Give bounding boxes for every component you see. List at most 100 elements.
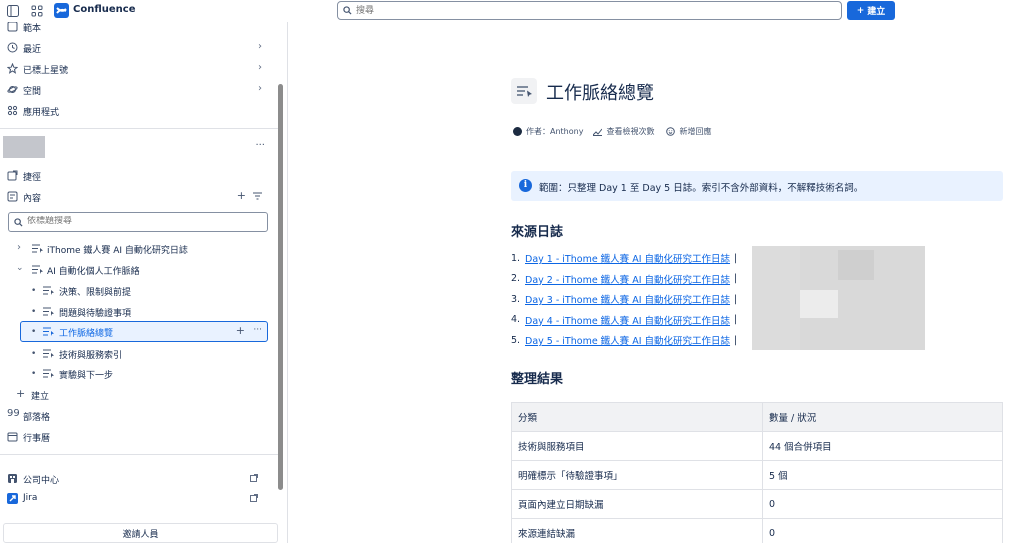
info-panel: i 範圍：只整理 Day 1 至 Day 5 日誌。索引不含外部資料，不解釋技術… bbox=[511, 171, 1003, 201]
source-link-day4[interactable]: Day 4 - iThome 鐵人賽 AI 自動化研究工作日誌 bbox=[525, 313, 730, 327]
plus-icon: + bbox=[16, 387, 26, 400]
table-row: 明確標示「待驗證事項」 5 個 bbox=[511, 460, 1003, 490]
redacted-block bbox=[800, 290, 838, 318]
sidebar-item-starred[interactable]: 已標上星號 › bbox=[0, 58, 276, 78]
view-count-link[interactable]: 查看檢視次數 bbox=[606, 126, 654, 137]
chevron-right-icon: › bbox=[258, 62, 262, 73]
table-cell: 0 bbox=[762, 518, 1003, 543]
table-cell: 44 個合併項目 bbox=[762, 431, 1003, 461]
page-content: 工作脈絡總覽 作者：Anthony 查看檢視次數 新增回應 i 範圍：只整理 D… bbox=[289, 22, 1024, 543]
source-link-day3[interactable]: Day 3 - iThome 鐵人賽 AI 自動化研究工作日誌 bbox=[525, 292, 730, 306]
sidebar-item-content[interactable]: 內容 + bbox=[0, 186, 276, 206]
search-icon bbox=[343, 6, 352, 15]
table-row: 來源連結缺漏 0 bbox=[511, 518, 1003, 543]
title-filter-input[interactable] bbox=[27, 216, 257, 226]
tree-item-overview[interactable]: • 工作脈絡總覽 + ··· bbox=[20, 321, 268, 342]
table-cell: 頁面內建立日期缺漏 bbox=[511, 489, 763, 519]
global-search[interactable] bbox=[337, 1, 842, 20]
table-cell: 明確標示「待驗證事項」 bbox=[511, 460, 763, 490]
page-icon bbox=[43, 369, 54, 378]
table-row: 頁面內建立日期缺漏 0 bbox=[511, 489, 1003, 519]
sidebar-item-blog[interactable]: 99 部落格 bbox=[0, 405, 276, 425]
sidebar-item-templates[interactable]: 範本 bbox=[0, 22, 276, 36]
tree-create-button[interactable]: + 建立 bbox=[0, 384, 276, 404]
list-item: 5. Day 5 - iThome 鐵人賽 AI 自動化研究工作日誌 | bbox=[511, 333, 738, 348]
space-avatar[interactable] bbox=[3, 136, 45, 158]
list-item: 2. Day 2 - iThome 鐵人賽 AI 自動化研究工作日誌 | bbox=[511, 272, 738, 286]
list-item: 3. Day 3 - iThome 鐵人賽 AI 自動化研究工作日誌 | bbox=[511, 292, 738, 307]
sidebar-item-recent[interactable]: 最近 › bbox=[0, 37, 276, 57]
star-icon bbox=[7, 63, 18, 74]
add-child-page-button[interactable]: + bbox=[236, 324, 245, 337]
chevron-right-icon: › bbox=[258, 41, 262, 52]
sidebar-toggle-icon[interactable] bbox=[7, 5, 19, 17]
sidebar: 範本 最近 › 已標上星號 › 空間 › 應用程式 ··· 捷徑 內容 + › bbox=[0, 22, 288, 543]
tree-item-tech-index[interactable]: • 技術與服務索引 bbox=[0, 343, 276, 363]
analytics-icon bbox=[593, 128, 603, 136]
space-more-button[interactable]: ··· bbox=[255, 140, 265, 151]
tree-item-ai-context[interactable]: ⌄ AI 自動化個人工作脈絡 bbox=[0, 259, 276, 279]
bullet-icon: • bbox=[31, 307, 37, 317]
page-emoji-icon[interactable] bbox=[511, 78, 537, 104]
search-input[interactable] bbox=[356, 4, 826, 17]
page-icon bbox=[43, 286, 54, 295]
tree-item-experiments[interactable]: • 實驗與下一步 bbox=[0, 363, 276, 383]
page-icon bbox=[43, 307, 54, 316]
title-filter[interactable] bbox=[8, 212, 268, 232]
list-item: 4. Day 4 - iThome 鐵人賽 AI 自動化研究工作日誌 | bbox=[511, 313, 738, 327]
sidebar-item-jira[interactable]: Jira bbox=[0, 488, 276, 508]
sidebar-item-shortcuts[interactable]: 捷徑 bbox=[0, 165, 276, 185]
source-log-list: 1. Day 1 - iThome 鐵人賽 AI 自動化研究工作日誌 | 2. Day… bbox=[511, 248, 737, 351]
page-icon bbox=[43, 327, 54, 336]
sidebar-scrollbar[interactable] bbox=[278, 84, 283, 490]
results-table: 分類 數量 / 狀況 技術與服務項目 44 個合併項目 明確標示「待驗證事項」 … bbox=[511, 402, 1003, 543]
top-bar: Confluence + 建立 bbox=[0, 0, 1024, 22]
source-link-day5[interactable]: Day 5 - iThome 鐵人賽 AI 自動化研究工作日誌 bbox=[525, 333, 730, 347]
sidebar-item-spaces[interactable]: 空間 › bbox=[0, 79, 276, 99]
bullet-icon: • bbox=[31, 369, 37, 379]
invite-people-button[interactable]: 邀請人員 bbox=[3, 523, 278, 543]
tree-item-questions[interactable]: • 問題與待驗證事項 bbox=[0, 301, 276, 321]
table-cell: 來源連結缺漏 bbox=[511, 518, 763, 543]
source-link-day2[interactable]: Day 2 - iThome 鐵人賽 AI 自動化研究工作日誌 bbox=[525, 272, 730, 286]
page-more-button[interactable]: ··· bbox=[253, 325, 262, 335]
info-icon: i bbox=[519, 179, 532, 192]
chevron-right-icon: › bbox=[258, 83, 262, 94]
author-label: 作者：Anthony bbox=[526, 127, 584, 136]
add-reaction-icon bbox=[666, 127, 676, 136]
template-icon bbox=[7, 22, 18, 32]
list-item: 1. Day 1 - iThome 鐵人賽 AI 自動化研究工作日誌 | bbox=[511, 251, 738, 266]
content-icon bbox=[7, 191, 18, 202]
external-link-icon bbox=[250, 494, 258, 502]
sidebar-item-calendar[interactable]: 行事曆 bbox=[0, 426, 276, 446]
confluence-logo[interactable] bbox=[54, 3, 69, 18]
info-panel-text: 範圍：只整理 Day 1 至 Day 5 日誌。索引不含外部資料，不解釋技術名詞… bbox=[539, 183, 864, 194]
table-header-row: 分類 數量 / 狀況 bbox=[511, 402, 1003, 432]
column-header: 數量 / 狀況 bbox=[762, 402, 1003, 432]
tree-item-decisions-first[interactable]: • 決策、限制與前提 bbox=[0, 280, 276, 300]
source-link-day1[interactable]: Day 1 - iThome 鐵人賽 AI 自動化研究工作日誌 bbox=[525, 251, 730, 265]
app-switcher-icon[interactable] bbox=[31, 5, 43, 17]
jira-icon bbox=[7, 493, 18, 504]
sidebar-item-company-hub[interactable]: 公司中心 bbox=[0, 468, 276, 488]
chevron-right-icon[interactable]: › bbox=[17, 242, 21, 253]
sidebar-item-apps[interactable]: 應用程式 bbox=[0, 100, 276, 120]
sidebar-divider bbox=[0, 128, 278, 129]
redacted-area bbox=[752, 246, 925, 350]
filter-icon[interactable] bbox=[253, 192, 262, 200]
create-button[interactable]: + 建立 bbox=[847, 1, 895, 20]
chevron-down-icon[interactable]: ⌄ bbox=[16, 263, 24, 273]
plus-icon: + bbox=[856, 5, 865, 16]
brand-name: Confluence bbox=[73, 4, 136, 15]
bullet-icon: • bbox=[31, 349, 37, 359]
add-content-button[interactable]: + bbox=[237, 189, 246, 202]
tree-item-ithome-log[interactable]: › iThome 鐵人賽 AI 自動化研究日誌 bbox=[0, 238, 276, 258]
add-reaction-button[interactable]: 新增回應 bbox=[679, 126, 711, 137]
redacted-block bbox=[838, 250, 874, 280]
sources-heading: 來源日誌 bbox=[511, 225, 564, 240]
table-cell: 5 個 bbox=[762, 460, 1003, 490]
shortcut-icon bbox=[7, 170, 18, 181]
page-icon bbox=[32, 265, 43, 274]
planet-icon bbox=[7, 86, 18, 93]
author-avatar[interactable] bbox=[513, 127, 522, 136]
